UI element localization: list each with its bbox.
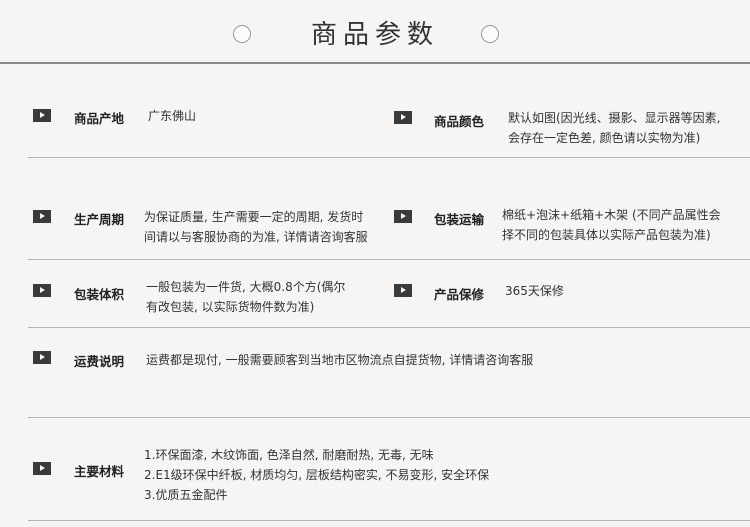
row-divider — [28, 520, 750, 521]
row-divider — [28, 327, 750, 328]
param-label-origin: 商品产地 — [74, 111, 125, 126]
header-divider — [0, 62, 750, 64]
play-arrow-icon — [33, 284, 51, 297]
row-divider — [28, 259, 750, 260]
play-arrow-icon — [394, 284, 412, 297]
param-label-material: 主要材料 — [74, 464, 125, 479]
param-value-warranty: 365天保修 — [505, 284, 564, 298]
play-arrow-icon — [33, 109, 51, 122]
param-value-shipping: 棉纸+泡沫+纸箱+木架 (不同产品属性会 择不同的包装具体以实际产品包装为准) — [502, 208, 721, 242]
param-label-color: 商品颜色 — [434, 114, 485, 129]
play-arrow-icon — [33, 351, 51, 364]
play-arrow-icon — [33, 462, 51, 475]
param-label-cycle: 生产周期 — [74, 212, 125, 227]
row-divider — [28, 157, 750, 158]
param-value-volume: 一般包装为一件货, 大概0.8个方(偶尔 有改包装, 以实际货物件数为准) — [146, 280, 346, 314]
param-label-warranty: 产品保修 — [434, 287, 485, 302]
param-value-freight: 运费都是现付, 一般需要顾客到当地市区物流点自提货物, 详情请咨询客服 — [146, 353, 534, 367]
param-value-material: 1.环保面漆, 木纹饰面, 色泽自然, 耐磨耐热, 无毒, 无味 2.E1级环保… — [144, 448, 490, 502]
row-divider — [28, 417, 750, 418]
circle-right-icon — [481, 25, 499, 43]
param-label-volume: 包装体积 — [74, 287, 125, 302]
header: 商品参数 — [0, 0, 750, 64]
param-label-shipping: 包装运输 — [434, 212, 485, 227]
play-arrow-icon — [394, 210, 412, 223]
play-arrow-icon — [394, 111, 412, 124]
param-value-cycle: 为保证质量, 生产需要一定的周期, 发货时 间请以与客服协商的为准, 详情请咨询… — [144, 210, 368, 244]
page-title: 商品参数 — [310, 20, 439, 50]
play-arrow-icon — [33, 210, 51, 223]
param-value-color: 默认如图(因光线、摄影、显示器等因素, 会存在一定色差, 颜色请以实物为准) — [508, 111, 721, 145]
param-label-freight: 运费说明 — [74, 354, 125, 369]
param-value-origin: 广东佛山 — [148, 109, 197, 123]
